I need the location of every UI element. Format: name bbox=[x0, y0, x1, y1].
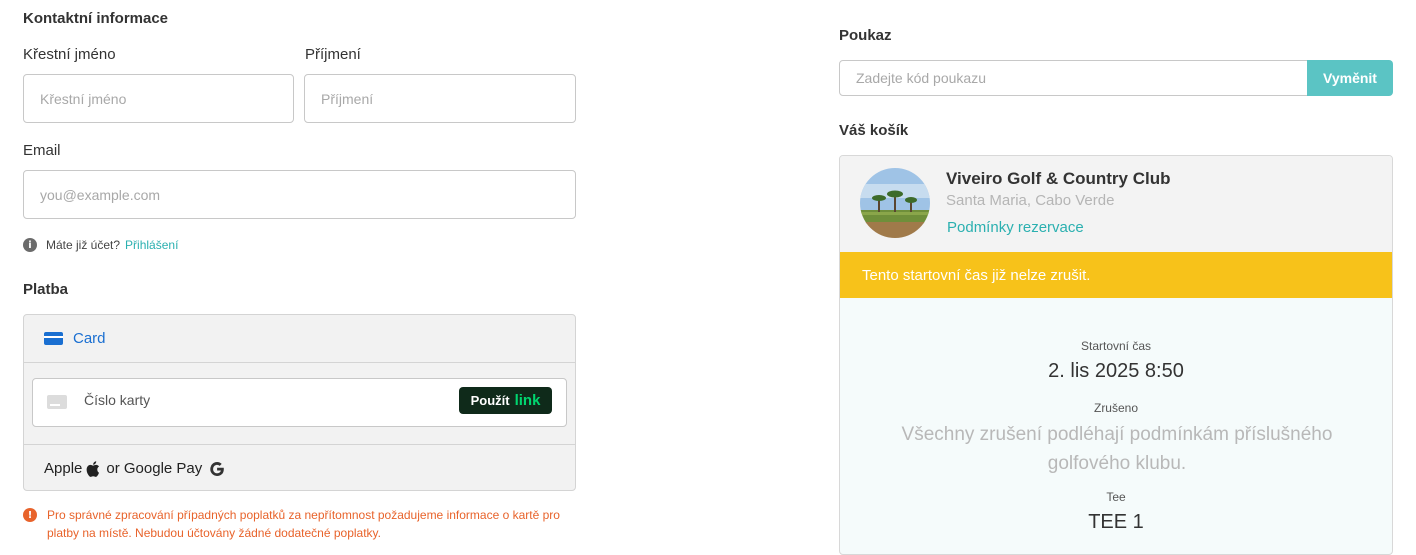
club-location: Santa Maria, Cabo Verde bbox=[946, 192, 1115, 209]
wallet-apple-label: Apple bbox=[44, 460, 83, 477]
wallet-pay-option[interactable]: Apple or Google Pay bbox=[24, 444, 575, 490]
cart-section-title: Váš košík bbox=[839, 122, 909, 139]
payment-notice: Pro správné zpracování případných poplat… bbox=[47, 508, 560, 540]
cart-panel: Viveiro Golf & Country Club Santa Maria,… bbox=[839, 155, 1393, 555]
club-name: Viveiro Golf & Country Club bbox=[946, 169, 1171, 188]
tab-card-label: Card bbox=[73, 330, 106, 347]
payment-section-title: Platba bbox=[23, 281, 69, 298]
payment-box: Card Číslo karty Použít link Apple or Go… bbox=[23, 314, 576, 491]
warning-icon: ! bbox=[23, 508, 37, 522]
info-icon: i bbox=[23, 238, 37, 252]
redeem-voucher-button[interactable]: Vyměnit bbox=[1307, 60, 1393, 96]
first-name-label: Křestní jméno bbox=[23, 46, 116, 63]
tee-value: TEE 1 bbox=[1088, 511, 1144, 533]
email-label: Email bbox=[23, 142, 61, 159]
account-info-row: i Máte již účet? Přihlášení bbox=[23, 238, 178, 252]
tee-time-value: 2. lis 2025 8:50 bbox=[1048, 360, 1184, 382]
last-name-input[interactable] bbox=[304, 74, 576, 123]
wallet-or-label: or Google Pay bbox=[106, 460, 203, 477]
voucher-section-title: Poukaz bbox=[839, 27, 892, 44]
card-number-placeholder: Číslo karty bbox=[84, 392, 151, 408]
non-cancellable-banner: Tento startovní čas již nelze zrušit. bbox=[840, 252, 1392, 298]
booking-terms-link[interactable]: Podmínky rezervace bbox=[947, 219, 1084, 236]
tee-time-label: Startovní čas bbox=[1080, 339, 1152, 353]
account-question: Máte již účet? bbox=[46, 238, 121, 252]
cart-club-header: Viveiro Golf & Country Club Santa Maria,… bbox=[840, 156, 1392, 252]
credit-card-icon bbox=[44, 332, 63, 345]
cancellation-label: Zrušeno bbox=[1093, 401, 1139, 415]
link-button-prefix: Použít bbox=[470, 393, 510, 408]
use-link-button[interactable]: Použít link bbox=[459, 387, 552, 414]
card-placeholder-icon bbox=[47, 395, 67, 409]
login-link[interactable]: Přihlášení bbox=[125, 238, 178, 252]
tee-label: Tee bbox=[1106, 490, 1126, 504]
tab-card[interactable]: Card bbox=[24, 315, 575, 363]
apple-icon bbox=[87, 460, 100, 477]
card-number-field[interactable]: Číslo karty Použít link bbox=[32, 378, 567, 427]
link-brand-text: link bbox=[514, 392, 541, 409]
club-photo bbox=[860, 168, 930, 238]
google-icon bbox=[210, 461, 225, 476]
contact-section-title: Kontaktní informace bbox=[23, 10, 169, 27]
first-name-input[interactable] bbox=[23, 74, 294, 123]
cancellation-policy-text: Všechny zrušení podléhají podmínkám přís… bbox=[901, 424, 1333, 474]
email-input[interactable] bbox=[23, 170, 576, 219]
voucher-code-input[interactable] bbox=[839, 60, 1309, 96]
last-name-label: Příjmení bbox=[305, 46, 361, 63]
